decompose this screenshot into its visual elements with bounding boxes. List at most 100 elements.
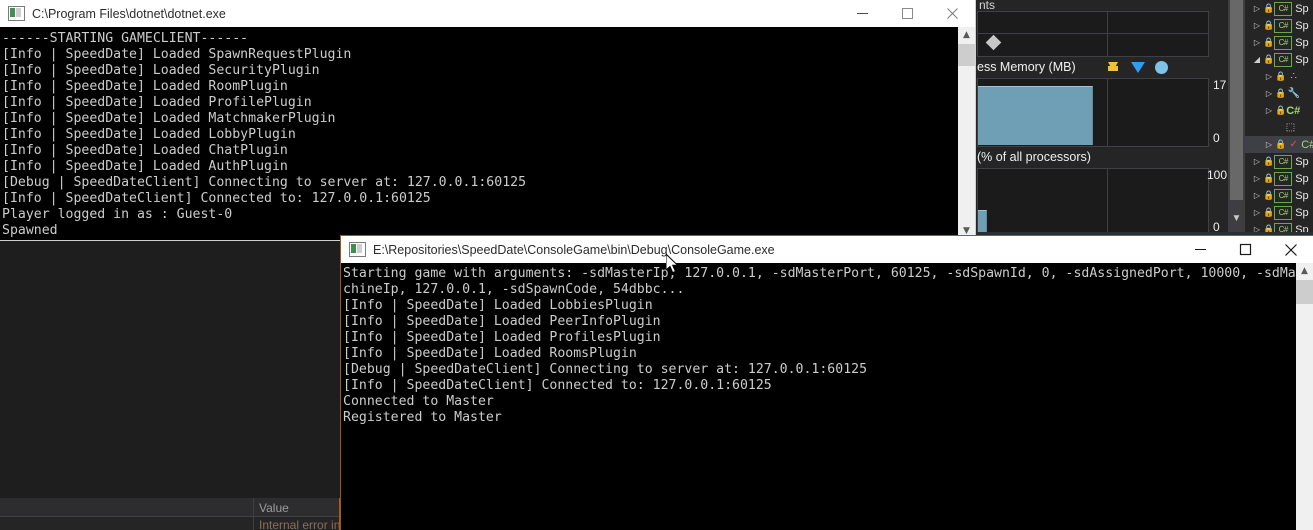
- solution-row-label: Sp: [1295, 189, 1309, 202]
- lock-icon: 🔒: [1275, 88, 1287, 98]
- screen-root: nts ess Memory (MB) 17 0 (% of all proce…: [0, 0, 1313, 530]
- window1-title-text: C:\Program Files\dotnet\dotnet.exe: [32, 6, 226, 21]
- console-app-icon: [8, 6, 25, 21]
- diagnostics-scrollbar-thumb[interactable]: [1230, 0, 1243, 200]
- console-log-line: Player logged in as : Guest-0: [2, 207, 233, 222]
- solution-explorer-row[interactable]: ▷ 🔒 C#: [1245, 102, 1313, 119]
- console-log-line: [Debug | SpeedDateClient] Connecting to …: [343, 362, 868, 377]
- console-log-line: [Info | SpeedDate] Loaded ProfilePlugin: [2, 95, 312, 110]
- diagnostic-tools-panel[interactable]: nts ess Memory (MB) 17 0 (% of all proce…: [975, 0, 1245, 234]
- chevron-right-icon[interactable]: ▷: [1251, 225, 1263, 232]
- console-log-line: [Info | SpeedDate] Loaded AuthPlugin: [2, 159, 288, 174]
- solution-explorer-row[interactable]: ▷ 🔒 C# Sp: [1245, 170, 1313, 187]
- snapshot-pin-icon[interactable]: [1108, 62, 1118, 71]
- solution-explorer-row[interactable]: ◢ 🔒 C# Sp: [1245, 51, 1313, 68]
- solution-explorer-row[interactable]: ▷ 🔒 ∴: [1245, 68, 1313, 85]
- chevron-right-icon[interactable]: ▷: [1263, 140, 1275, 149]
- window2-scrollbar-thumb[interactable]: [1296, 280, 1313, 304]
- solution-explorer-row[interactable]: ▷ 🔒 🔧: [1245, 85, 1313, 102]
- memory-axis-max-label: 17: [1213, 78, 1227, 92]
- memory-marker-icon[interactable]: [1131, 62, 1145, 73]
- solution-explorer-row[interactable]: ▷ 🔒 C# Sp: [1245, 187, 1313, 204]
- window2-close-button[interactable]: [1268, 236, 1313, 263]
- window2-minimize-button[interactable]: [1178, 236, 1223, 263]
- wrench-icon: 🔧: [1287, 88, 1300, 99]
- window2-title-bar[interactable]: E:\Repositories\SpeedDate\ConsoleGame\bi…: [341, 236, 1313, 263]
- solution-row-label: Sp: [1295, 172, 1309, 185]
- window2-caption-buttons[interactable]: [1178, 236, 1313, 263]
- memory-usage-area-series: [978, 86, 1093, 145]
- cpu-chart-divider: [1107, 169, 1108, 233]
- lock-icon: 🔒: [1263, 173, 1275, 183]
- cpu-section-title: (% of all processors): [977, 150, 1091, 164]
- solution-explorer-row[interactable]: ▷ 🔒 C# Sp: [1245, 221, 1313, 232]
- chevron-down-icon[interactable]: ◢: [1251, 55, 1263, 64]
- window1-scroll-up-button[interactable]: ▲: [958, 27, 975, 44]
- solution-explorer-row[interactable]: ▷ 🔒 C# Sp: [1245, 0, 1313, 17]
- window1-minimize-button[interactable]: [840, 0, 885, 27]
- console-log-line: [Info | SpeedDate] Loaded ChatPlugin: [2, 143, 288, 158]
- solution-row-label: C#: [1301, 138, 1313, 151]
- solution-row-label: Sp: [1295, 155, 1309, 168]
- csharp-project-icon: C#: [1274, 154, 1293, 169]
- chevron-right-icon[interactable]: ▷: [1263, 106, 1275, 115]
- lock-icon: 🔒: [1263, 37, 1275, 47]
- cpu-chart-plot[interactable]: [977, 168, 1209, 234]
- console-window-dotnet[interactable]: C:\Program Files\dotnet\dotnet.exe -----…: [0, 0, 975, 240]
- window1-maximize-button[interactable]: [885, 0, 930, 27]
- chevron-right-icon[interactable]: ▷: [1251, 174, 1263, 183]
- chevron-right-icon[interactable]: ▷: [1263, 72, 1275, 81]
- allocation-dot-icon[interactable]: [1155, 61, 1168, 74]
- locals-watch-header-row[interactable]: [0, 498, 340, 517]
- console-log-line: [Info | SpeedDate] Loaded SecurityPlugin: [2, 63, 320, 78]
- lock-icon: 🔒: [1263, 207, 1275, 217]
- references-icon: ∴: [1290, 71, 1297, 82]
- cpu-usage-area-series: [978, 210, 987, 233]
- window2-log-lines: Starting game with arguments: -sdMasterI…: [341, 263, 1296, 426]
- csharp-project-icon: C#: [1274, 35, 1293, 50]
- solution-explorer-tree[interactable]: ▷🔒C#Sp▷🔒C#Sp▷🔒C#Sp◢🔒C#Sp▷🔒∴▷🔒🔧▷🔒C#⬚▷🔒✓C#…: [1245, 0, 1313, 232]
- solution-explorer-row[interactable]: ▷ 🔒 C# Sp: [1245, 153, 1313, 170]
- chevron-right-icon[interactable]: ▷: [1251, 4, 1263, 13]
- console-window-consolegame[interactable]: E:\Repositories\SpeedDate\ConsoleGame\bi…: [341, 236, 1313, 530]
- solution-row-label: Sp: [1295, 36, 1309, 49]
- solution-explorer-row[interactable]: ⬚: [1245, 119, 1313, 136]
- window1-title-bar[interactable]: C:\Program Files\dotnet\dotnet.exe: [0, 0, 975, 27]
- solution-explorer-row[interactable]: ▷ 🔒 C# Sp: [1245, 34, 1313, 51]
- console-log-line: [Info | SpeedDate] Loaded SpawnRequestPl…: [2, 47, 352, 62]
- window2-maximize-button[interactable]: [1223, 236, 1268, 263]
- window1-vertical-scrollbar[interactable]: ▲ ▼: [958, 27, 975, 240]
- window2-vertical-scrollbar[interactable]: ▲: [1296, 263, 1313, 530]
- csharp-project-icon: C#: [1274, 188, 1293, 203]
- cpu-axis-max-label: 100: [1207, 168, 1228, 182]
- window2-console-output-area[interactable]: Starting game with arguments: -sdMasterI…: [341, 263, 1296, 530]
- window1-caption-buttons[interactable]: [840, 0, 975, 27]
- solution-explorer-row[interactable]: ▷🔒✓C#: [1245, 136, 1313, 153]
- chevron-right-icon[interactable]: ▷: [1251, 208, 1263, 217]
- solution-explorer-row[interactable]: ▷ 🔒 C# Sp: [1245, 17, 1313, 34]
- window2-scroll-up-button[interactable]: ▲: [1296, 263, 1313, 280]
- console-log-line: [Info | SpeedDate] Loaded RoomPlugin: [2, 79, 288, 94]
- solution-row-label: Sp: [1295, 19, 1309, 32]
- lock-icon: 🔒: [1275, 105, 1287, 115]
- value-column-header[interactable]: Value: [259, 501, 289, 515]
- solution-row-label: Sp: [1295, 2, 1309, 15]
- solution-explorer-row[interactable]: ▷ 🔒 C# Sp: [1245, 204, 1313, 221]
- column-separator[interactable]: [253, 498, 254, 530]
- lock-icon: 🔒: [1275, 71, 1287, 81]
- scroll-down-arrow-icon[interactable]: ▼: [1228, 210, 1245, 227]
- locals-first-cell-value[interactable]: Internal error in: [259, 518, 340, 530]
- window1-console-output-area[interactable]: ------STARTING GAMECLIENT------ [Info | S…: [0, 27, 958, 240]
- chevron-right-icon[interactable]: ▷: [1251, 38, 1263, 47]
- chevron-right-icon[interactable]: ▷: [1251, 191, 1263, 200]
- diagnostics-scrollbar[interactable]: ▼: [1228, 0, 1245, 232]
- console-log-line: [Info | SpeedDate] Loaded ProfilesPlugin: [343, 330, 661, 345]
- memory-chart-divider: [1107, 79, 1108, 146]
- window1-close-button[interactable]: [930, 0, 975, 27]
- window1-scrollbar-thumb[interactable]: [958, 44, 975, 66]
- console-app-icon: [349, 242, 366, 257]
- chevron-right-icon[interactable]: ▷: [1251, 21, 1263, 30]
- chevron-right-icon[interactable]: ▷: [1251, 157, 1263, 166]
- chevron-right-icon[interactable]: ▷: [1263, 89, 1275, 98]
- window1-log-lines: ------STARTING GAMECLIENT------ [Info | S…: [0, 27, 958, 239]
